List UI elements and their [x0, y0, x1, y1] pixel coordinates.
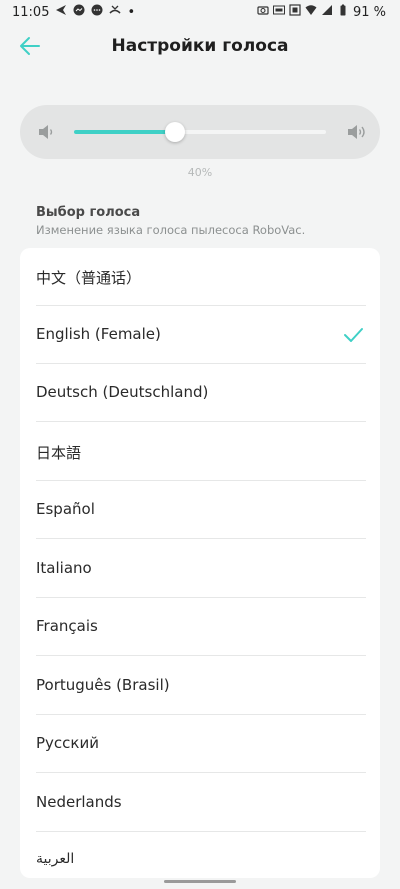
auto-icon — [272, 4, 285, 20]
language-label: العربية — [36, 851, 75, 867]
language-label: Italiano — [36, 559, 92, 577]
language-item[interactable]: Português (Brasil) — [20, 657, 380, 715]
language-label: Français — [36, 617, 98, 635]
volume-slider[interactable] — [74, 122, 326, 142]
language-item[interactable]: Русский — [20, 715, 380, 773]
page-title: Настройки голоса — [111, 36, 289, 56]
divider — [36, 538, 366, 539]
language-item[interactable]: 中文（普通话） — [20, 248, 380, 306]
volume-slider-thumb[interactable] — [164, 122, 185, 142]
status-right: 91 % — [257, 4, 386, 20]
signal-icon — [321, 4, 333, 20]
language-label: Nederlands — [36, 793, 122, 811]
volume-slider-fill — [74, 130, 175, 134]
screen-icon — [289, 4, 301, 20]
language-label: 中文（普通话） — [36, 269, 142, 287]
navigation-arrow-icon — [55, 4, 67, 20]
language-label: Español — [36, 500, 95, 518]
language-item[interactable]: Italiano — [20, 540, 380, 598]
home-indicator[interactable] — [164, 880, 236, 883]
missed-call-icon — [109, 4, 122, 20]
divider — [36, 655, 366, 656]
language-item[interactable]: العربية — [20, 832, 380, 878]
language-item[interactable]: Nederlands — [20, 774, 380, 832]
language-label: Português (Brasil) — [36, 676, 170, 694]
battery-percent: 91 % — [352, 4, 386, 20]
language-item[interactable]: Español — [20, 481, 380, 539]
battery-icon — [337, 4, 349, 20]
checkmark-icon — [342, 324, 364, 346]
language-item[interactable]: 日本語 — [20, 423, 380, 481]
status-dot: • — [127, 4, 136, 20]
status-time: 11:05 — [12, 4, 50, 20]
volume-low-icon[interactable] — [36, 122, 56, 142]
status-bar: 11:05 • 91 % — [0, 0, 400, 26]
chat-bubble-icon — [91, 4, 103, 20]
volume-high-icon[interactable] — [346, 122, 366, 142]
volume-card — [20, 105, 380, 159]
section-subtitle: Изменение языка голоса пылесоса RoboVac. — [36, 223, 306, 237]
language-item-selected[interactable]: English (Female) — [20, 306, 380, 364]
status-left: 11:05 • — [12, 4, 135, 20]
volume-percent-label: 40% — [187, 166, 213, 179]
section-title: Выбор голоса — [36, 205, 141, 220]
divider — [36, 772, 366, 773]
camera-icon — [257, 4, 269, 20]
language-label: English (Female) — [36, 325, 161, 343]
wifi-icon — [305, 4, 317, 20]
language-item[interactable]: Français — [20, 598, 380, 656]
language-label: 日本語 — [36, 444, 82, 462]
language-item[interactable]: Deutsch (Deutschland) — [20, 364, 380, 422]
messenger-icon — [73, 4, 85, 20]
language-label: Русский — [36, 734, 99, 752]
language-label: Deutsch (Deutschland) — [36, 383, 209, 401]
divider — [36, 421, 366, 422]
header: Настройки голоса — [0, 26, 400, 70]
language-list: 中文（普通话） English (Female) Deutsch (Deutsc… — [20, 248, 380, 878]
